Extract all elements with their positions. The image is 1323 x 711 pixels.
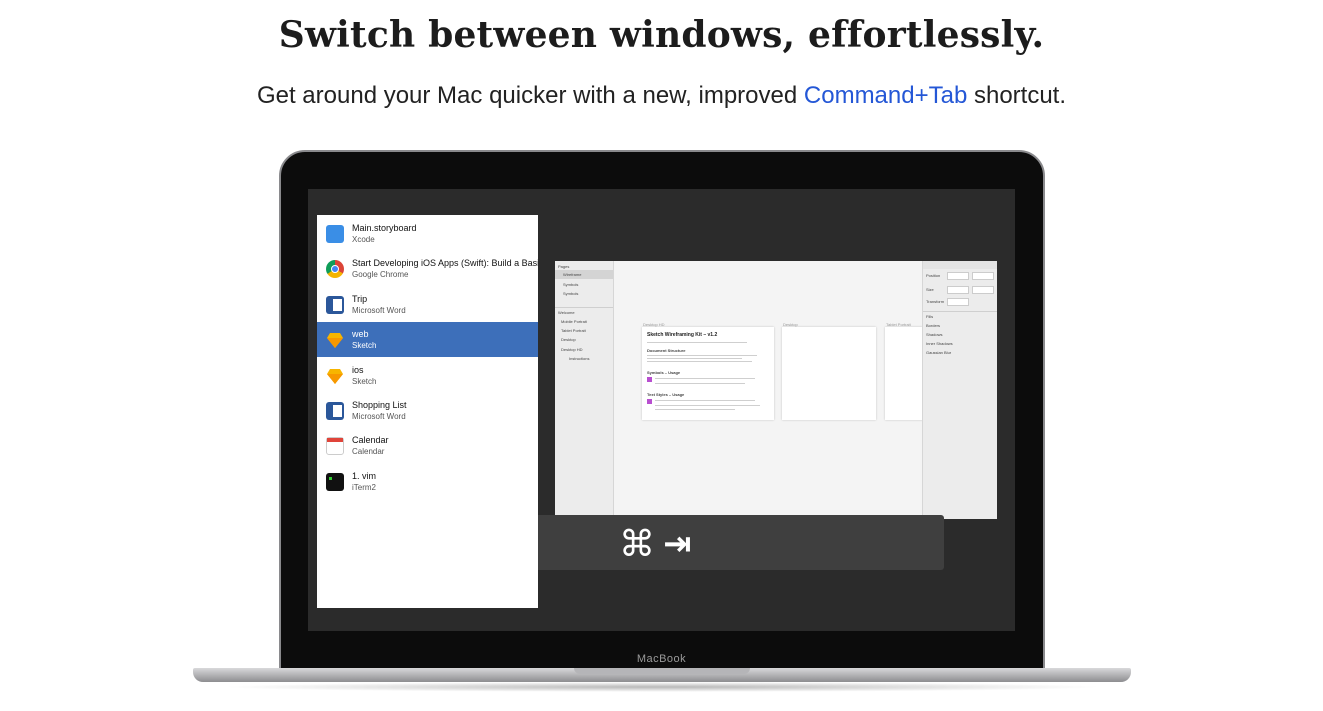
doc-section: Text Styles – Usage bbox=[647, 392, 685, 397]
doc-section: Document Structure bbox=[647, 348, 686, 353]
inspector-label: Position bbox=[926, 273, 941, 278]
switcher-item[interactable]: 1. vim iTerm2 bbox=[317, 464, 538, 499]
page-item[interactable]: Symbols bbox=[563, 282, 578, 287]
switcher-item-name: web bbox=[352, 329, 369, 340]
layer-item[interactable]: Tablet Portrait bbox=[561, 328, 586, 333]
chrome-icon bbox=[326, 260, 344, 279]
sketch-window-preview: Pages Wireframe Symbols Symbols Welcome … bbox=[555, 261, 997, 519]
command-tab-link[interactable]: Command+Tab bbox=[804, 82, 967, 109]
inspector-label: Gaussian Blur bbox=[926, 350, 952, 355]
doc-section: Symbols – Usage bbox=[647, 370, 681, 375]
switcher-item[interactable]: Main.storyboard Xcode bbox=[317, 216, 538, 251]
switcher-item[interactable]: Shopping List Microsoft Word bbox=[317, 393, 538, 428]
iterm-icon bbox=[326, 472, 344, 491]
inspector-label: Fills bbox=[926, 314, 934, 319]
layer-item[interactable]: Desktop bbox=[561, 337, 576, 342]
switcher-item-app: Calendar bbox=[352, 447, 385, 457]
headline: Switch between windows, effortlessly. bbox=[278, 14, 1045, 56]
subhead-text: Get around your Mac quicker with a new, … bbox=[256, 82, 804, 109]
switcher-item-app: Sketch bbox=[352, 376, 377, 386]
switcher-item-app: Google Chrome bbox=[352, 270, 409, 280]
calendar-icon bbox=[326, 437, 344, 456]
sketch-icon bbox=[326, 331, 344, 349]
layer-item[interactable]: Mobile Portrait bbox=[561, 319, 587, 324]
word-icon bbox=[326, 402, 344, 420]
switcher-item-name: Main.storyboard bbox=[352, 223, 417, 233]
switcher-item-app: Microsoft Word bbox=[352, 412, 406, 421]
subhead-text-end: shortcut. bbox=[967, 82, 1067, 109]
switcher-item-name: Start Developing iOS Apps (Swift): Build… bbox=[352, 258, 538, 269]
switcher-item-name: 1. vim bbox=[352, 470, 377, 481]
tab-key-icon: ⇥ bbox=[663, 524, 692, 564]
page-item[interactable]: Symbols bbox=[563, 291, 578, 296]
switcher-item-app: iTerm2 bbox=[352, 482, 377, 492]
command-key-icon: ⌘ bbox=[619, 524, 655, 565]
layer-item[interactable]: Desktop HD bbox=[561, 347, 583, 352]
laptop-base-notch bbox=[574, 668, 750, 674]
xcode-icon bbox=[326, 225, 344, 243]
inspector-label: Shadows bbox=[926, 332, 943, 337]
word-icon bbox=[326, 295, 344, 314]
artboard-desktop-hd[interactable]: Sketch Wireframing Kit – v1.2 Document S… bbox=[642, 327, 774, 420]
laptop-screen: Pages Wireframe Symbols Symbols Welcome … bbox=[308, 189, 1015, 631]
pages-panel: Pages Wireframe Symbols Symbols Welcome … bbox=[555, 261, 614, 519]
laptop-shadow bbox=[220, 682, 1104, 692]
doc-title: Sketch Wireframing Kit – v1.2 bbox=[647, 332, 718, 338]
inspector-panel: Position Size Transform Fills Borders Sh… bbox=[922, 261, 997, 519]
switcher-item-name: Trip bbox=[352, 293, 368, 304]
inspector-label: Size bbox=[926, 287, 934, 292]
switcher-item[interactable]: Trip Microsoft Word bbox=[317, 287, 538, 322]
switcher-item-name: ios bbox=[352, 364, 364, 375]
switcher-item-app: Microsoft Word bbox=[352, 305, 406, 315]
pages-label: Pages bbox=[558, 264, 570, 269]
artboard-desktop[interactable] bbox=[782, 327, 876, 420]
switcher-item[interactable]: web Sketch bbox=[317, 322, 538, 358]
inspector-label: Inner Shadows bbox=[926, 341, 953, 346]
subhead: Get around your Mac quicker with a new, … bbox=[0, 82, 1323, 110]
artboard-tablet[interactable] bbox=[885, 327, 923, 420]
layer-item[interactable]: Instructions bbox=[569, 356, 589, 361]
page-item[interactable]: Wireframe bbox=[563, 272, 581, 277]
switcher-item-name: Calendar bbox=[352, 435, 389, 446]
switcher-item[interactable]: ios Sketch bbox=[317, 358, 538, 393]
layers-label: Welcome bbox=[558, 310, 575, 315]
switcher-item[interactable]: Calendar Calendar bbox=[317, 428, 538, 463]
inspector-label: Transform bbox=[926, 299, 945, 304]
window-switcher-list: Main.storyboard Xcode Start Developing iOS… bbox=[317, 215, 538, 608]
sketch-icon bbox=[326, 367, 344, 385]
device-label: MacBook bbox=[636, 653, 687, 665]
switcher-item[interactable]: Start Developing iOS Apps (Swift): Build… bbox=[317, 251, 538, 286]
inspector-label: Borders bbox=[926, 323, 941, 328]
switcher-item-app: Sketch bbox=[352, 341, 377, 351]
switcher-item-app: Xcode bbox=[352, 235, 375, 244]
switcher-item-name: Shopping List bbox=[352, 400, 407, 410]
